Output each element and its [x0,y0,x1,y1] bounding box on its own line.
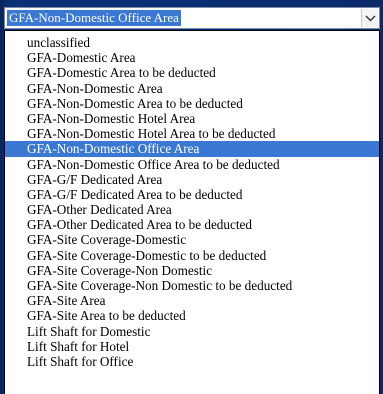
option-item[interactable]: GFA-Non-Domestic Hotel Area to be deduct… [5,126,379,141]
option-item[interactable]: GFA-Non-Domestic Area [5,81,379,96]
option-item[interactable]: GFA-Site Area to be deducted [5,308,379,323]
option-item[interactable]: Lift Shaft for Office [5,354,379,369]
option-item[interactable]: GFA-Non-Domestic Hotel Area [5,111,379,126]
select-current-value: GFA-Non-Domestic Office Area [7,10,181,26]
category-select[interactable]: GFA-Non-Domestic Office Area [4,7,380,29]
chevron-down-icon [365,15,375,21]
option-item-selected[interactable]: GFA-Non-Domestic Office Area [5,141,379,157]
option-item[interactable]: GFA-Site Coverage-Non Domestic [5,263,379,278]
option-item[interactable]: GFA-Non-Domestic Area to be deducted [5,96,379,111]
option-item[interactable]: Lift Shaft for Domestic [5,324,379,339]
option-item[interactable]: GFA-Domestic Area [5,50,379,65]
option-item[interactable]: GFA-G/F Dedicated Area [5,172,379,187]
option-item[interactable]: GFA-G/F Dedicated Area to be deducted [5,187,379,202]
option-item[interactable]: GFA-Site Coverage-Non Domestic to be ded… [5,278,379,293]
options-list-inner: unclassified GFA-Domestic Area GFA-Domesti… [5,31,379,369]
option-item[interactable]: Lift Shaft for Hotel [5,339,379,354]
screen: GFA-Non-Domestic Office Area unclassifie… [0,0,383,394]
option-item[interactable]: GFA-Other Dedicated Area [5,202,379,217]
option-item[interactable]: GFA-Domestic Area to be deducted [5,65,379,80]
option-item[interactable]: unclassified [5,35,379,50]
option-item[interactable]: GFA-Other Dedicated Area to be deducted [5,217,379,232]
option-item[interactable]: GFA-Site Coverage-Domestic [5,232,379,247]
option-item[interactable]: GFA-Site Area [5,293,379,308]
option-item[interactable]: GFA-Site Coverage-Domestic to be deducte… [5,248,379,263]
dropdown-button[interactable] [361,9,378,27]
options-list[interactable]: unclassified GFA-Domestic Area GFA-Domesti… [4,30,380,394]
option-item[interactable]: GFA-Non-Domestic Office Area to be deduc… [5,157,379,172]
